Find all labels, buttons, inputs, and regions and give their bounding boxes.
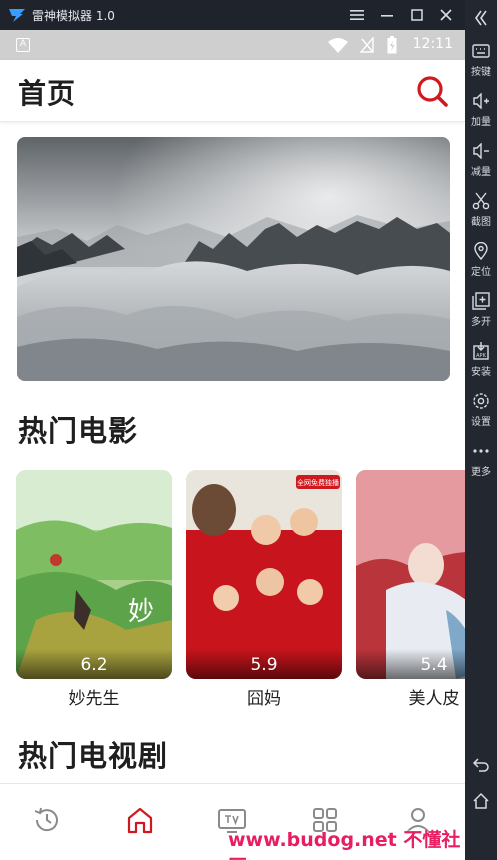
sidebar-item-label: 安装 [471, 367, 491, 378]
emulator-title-bar: 雷神模拟器 1.0 [0, 0, 497, 30]
movie-title: 囧妈 [247, 689, 281, 709]
svg-text:妙: 妙 [128, 597, 154, 627]
movie-score: 6.2 [80, 655, 108, 675]
sidebar-item-volume-up[interactable]: 加量 [465, 90, 497, 138]
sidebar-item-label: 定位 [471, 267, 491, 278]
apk-install-icon: APK [473, 342, 489, 360]
poster-image-meirenpi [356, 470, 465, 679]
sidebar-item-more[interactable]: 更多 [465, 440, 497, 488]
page-title: 首页 [18, 77, 77, 110]
sidebar-item-label: 多开 [471, 317, 491, 328]
menu-icon[interactable] [348, 6, 366, 24]
sidebar-item-multi-instance[interactable]: 多开 [465, 290, 497, 338]
status-bar: A 12:11 [0, 30, 465, 60]
history-icon [34, 807, 58, 832]
sidebar-item-label: 更多 [471, 467, 491, 478]
search-icon[interactable] [415, 74, 449, 108]
poster-tag: 全网免费独播 [297, 478, 339, 487]
home-icon [127, 807, 153, 834]
settings-icon [473, 393, 489, 409]
app-bar: 首页 [0, 60, 465, 122]
movie-poster: 妙 6.2 [16, 470, 172, 679]
movie-poster: 全网免费独播 5.9 [186, 470, 342, 679]
sidebar-item-label: 按键 [471, 67, 491, 78]
keyboard-icon [472, 44, 490, 58]
no-signal-icon [360, 37, 374, 53]
sidebar-item-keys[interactable]: 按键 [465, 40, 497, 88]
sidebar-home[interactable] [465, 792, 497, 816]
android-screen: A 12:11 首页 热门电影 妙 6.2 妙先生 全网免费独播 5.9 囧妈 … [0, 30, 465, 860]
svg-text:APK: APK [476, 353, 486, 359]
double-chevron-left-icon [475, 10, 487, 26]
movie-score: 5.4 [420, 655, 448, 675]
more-icon [473, 449, 489, 453]
poster-image-miaoxiansheng: 妙 [16, 470, 172, 679]
volume-down-icon [473, 143, 489, 159]
multi-instance-icon [472, 292, 490, 310]
sidebar-item-label: 截图 [471, 217, 491, 228]
sidebar-item-label: 设置 [471, 417, 491, 428]
featured-banner[interactable] [17, 137, 450, 381]
section-title-hot-movies: 热门电影 [18, 414, 139, 448]
volume-up-icon [473, 93, 489, 109]
nav-home[interactable] [120, 800, 160, 840]
scissors-icon [472, 192, 490, 210]
emulator-logo-icon [9, 9, 25, 22]
home-icon [473, 792, 489, 809]
site-watermark: www.budog.net 不懂社区 [228, 829, 461, 860]
sidebar-item-label: 减量 [471, 167, 491, 178]
movie-poster: 5.4 [356, 470, 465, 679]
wifi-icon [328, 38, 348, 53]
sidebar-item-volume-down[interactable]: 减量 [465, 140, 497, 188]
hot-movies-carousel[interactable]: 妙 6.2 妙先生 全网免费独播 5.9 囧妈 5.4 美人皮 [0, 470, 465, 715]
poster-image-jiongma: 全网免费独播 [186, 470, 342, 679]
sidebar-item-settings[interactable]: 设置 [465, 390, 497, 438]
status-time: 12:11 [412, 36, 453, 52]
sidebar-item-install[interactable]: APK 安装 [465, 340, 497, 388]
sidebar-item-screenshot[interactable]: 截图 [465, 190, 497, 238]
banner-image [17, 137, 450, 381]
emulator-sidebar: 按键 加量 减量 截图 定位 多开 APK 安装 设置 更多 [465, 0, 497, 860]
close-icon[interactable] [437, 6, 455, 24]
sidebar-item-location[interactable]: 定位 [465, 240, 497, 288]
battery-icon [387, 36, 397, 54]
maximize-icon[interactable] [408, 6, 426, 24]
sidebar-back[interactable] [465, 756, 497, 780]
window-title: 雷神模拟器 1.0 [32, 9, 115, 23]
minimize-icon[interactable] [378, 6, 396, 24]
section-title-hot-tv: 热门电视剧 [18, 739, 169, 773]
movie-title: 妙先生 [68, 689, 120, 709]
sidebar-item-label: 加量 [471, 117, 491, 128]
notification-badge: A [16, 38, 30, 52]
location-icon [474, 242, 488, 260]
nav-history[interactable] [27, 800, 67, 840]
movie-score: 5.9 [250, 655, 278, 675]
back-icon [472, 758, 489, 772]
movie-title: 美人皮 [408, 689, 460, 709]
